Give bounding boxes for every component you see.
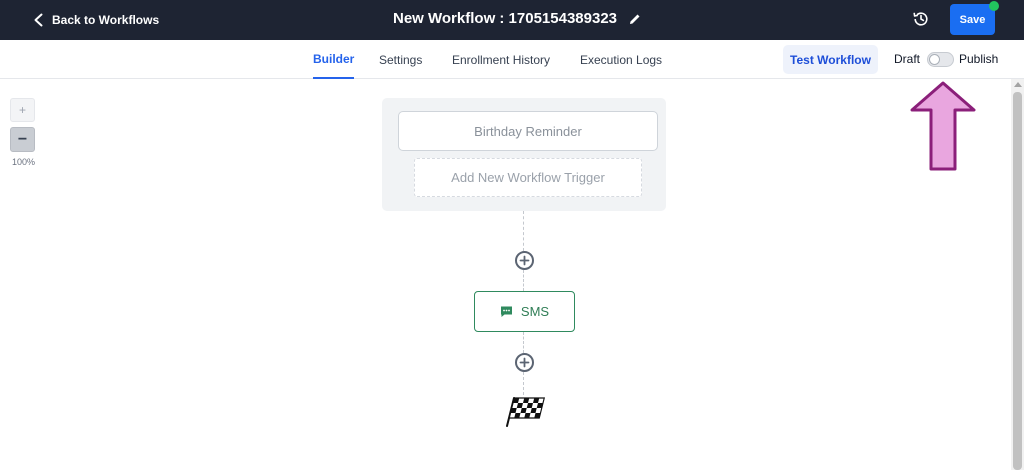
add-action-button[interactable]: [515, 353, 534, 372]
annotation-up-arrow-icon: [910, 81, 976, 171]
tab-settings[interactable]: Settings: [379, 40, 422, 79]
plus-icon: [519, 357, 530, 368]
add-action-button[interactable]: [515, 251, 534, 270]
back-label: Back to Workflows: [52, 13, 160, 27]
scroll-up-arrow-icon[interactable]: [1014, 82, 1022, 87]
back-to-workflows-link[interactable]: Back to Workflows: [32, 0, 159, 40]
publish-label: Publish: [959, 52, 999, 66]
unsaved-status-dot: [989, 1, 999, 11]
sms-action-label: SMS: [520, 304, 550, 319]
draft-label: Draft: [894, 52, 921, 66]
connector-line: [523, 270, 524, 291]
checkered-flag-icon: [506, 397, 545, 427]
add-trigger-button[interactable]: Add New Workflow Trigger: [414, 158, 642, 197]
tab-bar: Builder Settings Enrollment History Exec…: [0, 40, 1024, 79]
top-bar: Back to Workflows New Workflow : 1705154…: [0, 0, 1024, 40]
test-workflow-button[interactable]: Test Workflow: [783, 45, 878, 74]
toggle-knob: [929, 54, 940, 65]
pencil-icon[interactable]: [629, 13, 641, 25]
tab-enrollment-history[interactable]: Enrollment History: [452, 40, 550, 79]
connector-line: [523, 332, 524, 353]
publish-toggle[interactable]: [927, 52, 954, 67]
connector-line: [523, 211, 524, 251]
workflow-title: New Workflow : 1705154389323: [393, 0, 641, 37]
connector-line: [523, 372, 524, 395]
chat-bubble-icon: [500, 306, 512, 317]
zoom-in-button[interactable]: +: [10, 98, 35, 122]
zoom-level: 100%: [12, 157, 36, 167]
tab-builder[interactable]: Builder: [313, 40, 355, 79]
tab-execution-logs[interactable]: Execution Logs: [580, 40, 662, 79]
trigger-card[interactable]: Birthday Reminder: [398, 111, 658, 151]
history-icon[interactable]: [912, 10, 930, 28]
zoom-out-button[interactable]: −: [10, 127, 35, 152]
sms-action-card[interactable]: SMS: [474, 291, 575, 332]
scrollbar-thumb[interactable]: [1013, 92, 1022, 470]
save-button[interactable]: Save: [950, 4, 995, 35]
plus-icon: [519, 255, 530, 266]
chevron-left-icon: [34, 13, 43, 27]
workflow-title-text: New Workflow : 1705154389323: [393, 10, 618, 27]
